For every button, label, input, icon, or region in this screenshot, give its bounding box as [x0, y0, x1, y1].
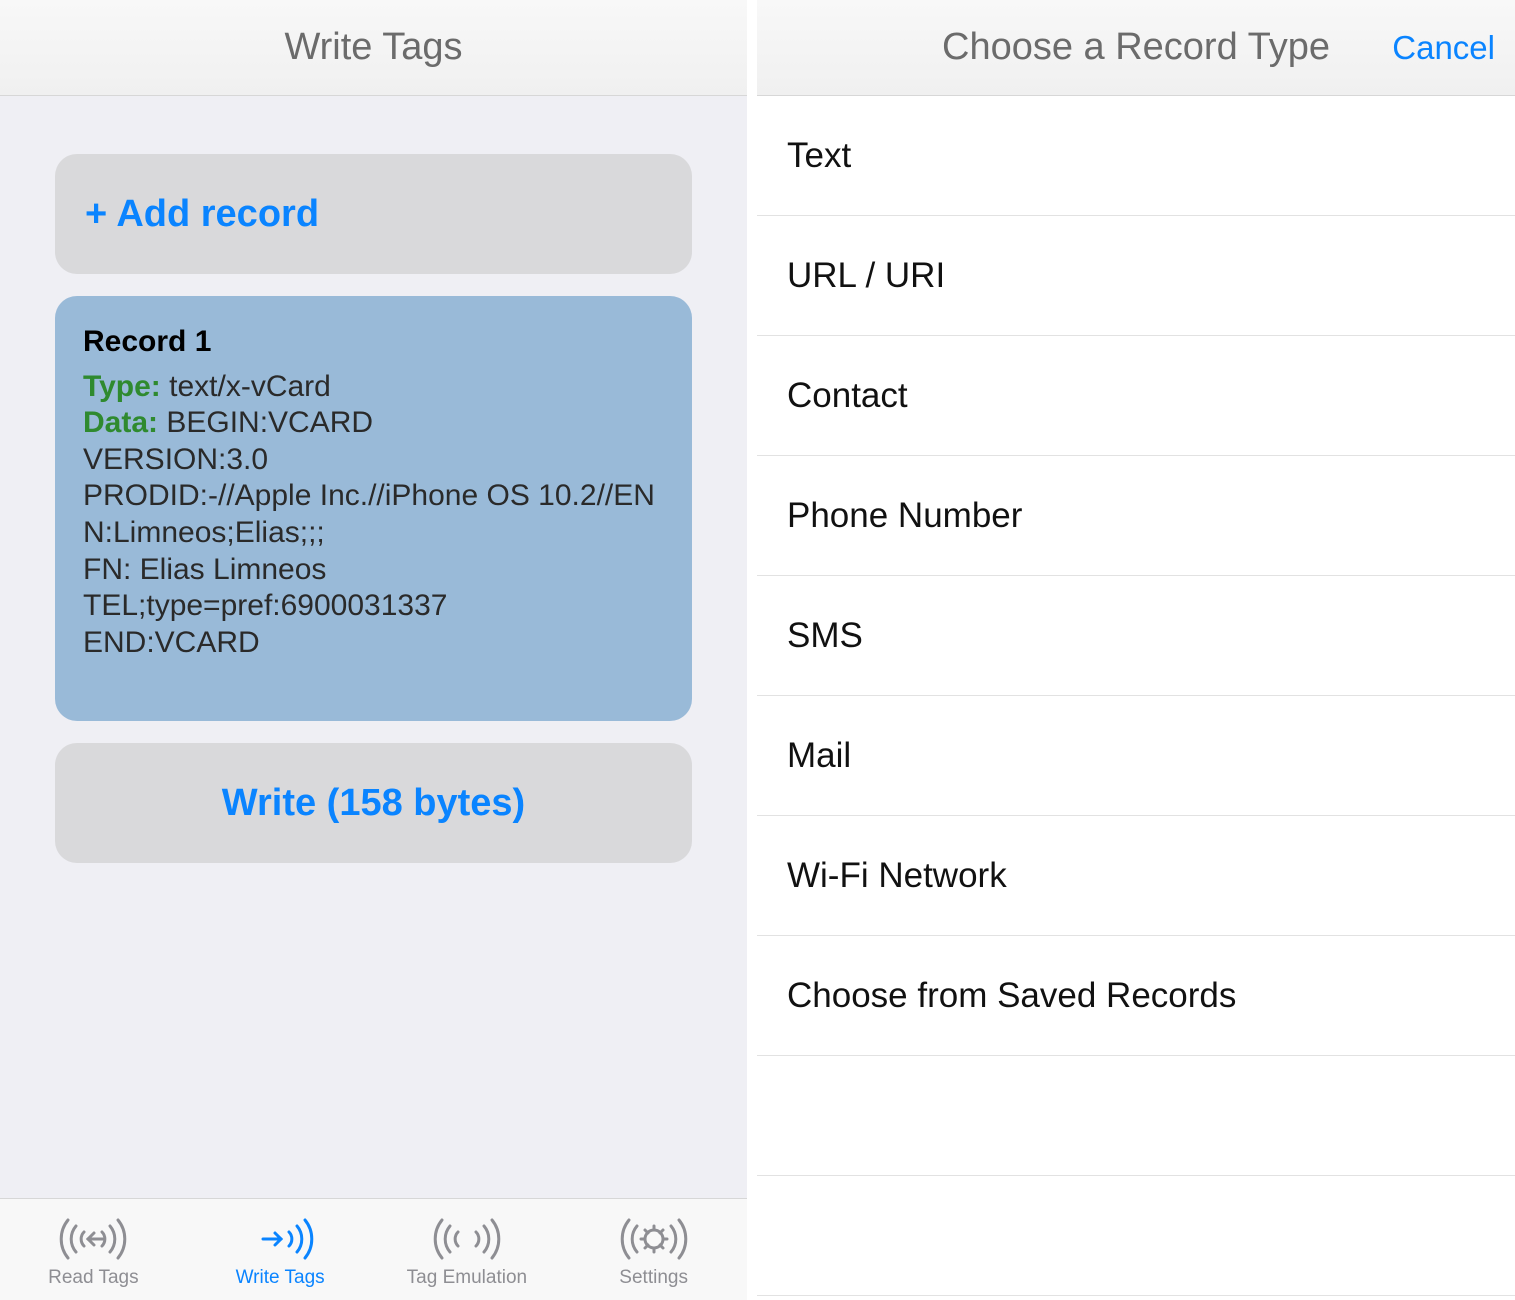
left-nav-bar: Write Tags: [0, 0, 747, 96]
record-data-line: TEL;type=pref:6900031337: [83, 588, 664, 625]
record-data-line: PRODID:-//Apple Inc.//iPhone OS 10.2//EN: [83, 478, 664, 515]
record-type-line: Type: text/x-vCard: [83, 369, 664, 406]
tab-label: Settings: [619, 1267, 688, 1289]
record-type-sms[interactable]: SMS: [757, 576, 1515, 696]
record-title: Record 1: [83, 324, 664, 361]
record-data-first-line: Data: BEGIN:VCARD: [83, 405, 664, 442]
record-type-phone[interactable]: Phone Number: [757, 456, 1515, 576]
record-type-text[interactable]: Text: [757, 96, 1515, 216]
list-row-empty: [757, 1176, 1515, 1296]
record-data-line: END:VCARD: [83, 625, 664, 662]
settings-icon: [619, 1214, 689, 1264]
record-type-wifi[interactable]: Wi-Fi Network: [757, 816, 1515, 936]
list-item-label: URL / URI: [787, 256, 945, 296]
page-title: Write Tags: [284, 26, 462, 69]
write-tags-icon: [245, 1214, 315, 1264]
record-data-line: VERSION:3.0: [83, 442, 664, 479]
page-title: Choose a Record Type: [942, 26, 1330, 69]
record-type-contact[interactable]: Contact: [757, 336, 1515, 456]
record-type-mail[interactable]: Mail: [757, 696, 1515, 816]
list-item-label: Contact: [787, 376, 908, 416]
tab-label: Tag Emulation: [407, 1267, 527, 1289]
record-card[interactable]: Record 1 Type: text/x-vCard Data: BEGIN:…: [55, 296, 692, 721]
right-nav-bar: Choose a Record Type Cancel: [757, 0, 1515, 96]
list-item-label: Text: [787, 136, 851, 176]
tab-settings[interactable]: Settings: [579, 1214, 729, 1289]
record-type-list: Text URL / URI Contact Phone Number SMS …: [757, 96, 1515, 1300]
list-item-label: Choose from Saved Records: [787, 976, 1236, 1016]
write-button[interactable]: Write (158 bytes): [55, 743, 692, 863]
write-button-label: Write (158 bytes): [222, 782, 525, 825]
record-data-label: Data:: [83, 406, 158, 439]
record-data-line: N:Limneos;Elias;;;: [83, 515, 664, 552]
tab-write-tags[interactable]: Write Tags: [205, 1214, 355, 1289]
list-item-label: SMS: [787, 616, 863, 656]
tab-label: Write Tags: [236, 1267, 325, 1289]
list-item-label: Phone Number: [787, 496, 1022, 536]
add-record-label: + Add record: [85, 193, 319, 236]
choose-record-pane: Choose a Record Type Cancel Text URL / U…: [757, 0, 1515, 1300]
tab-label: Read Tags: [48, 1267, 139, 1289]
record-type-url[interactable]: URL / URI: [757, 216, 1515, 336]
write-tags-pane: Write Tags + Add record Record 1 Type: t…: [0, 0, 757, 1300]
add-record-button[interactable]: + Add record: [55, 154, 692, 274]
cancel-button[interactable]: Cancel: [1392, 29, 1495, 67]
record-data-first: BEGIN:VCARD: [166, 406, 373, 439]
tab-bar: Read Tags Write Tags: [0, 1198, 747, 1300]
tag-emulation-icon: [432, 1214, 502, 1264]
record-type-saved[interactable]: Choose from Saved Records: [757, 936, 1515, 1056]
list-row-empty: [757, 1056, 1515, 1176]
write-tags-body: + Add record Record 1 Type: text/x-vCard…: [0, 96, 747, 1198]
tab-tag-emulation[interactable]: Tag Emulation: [392, 1214, 542, 1289]
tab-read-tags[interactable]: Read Tags: [18, 1214, 168, 1289]
list-item-label: Wi-Fi Network: [787, 856, 1007, 896]
record-data-line: FN: Elias Limneos: [83, 552, 664, 589]
read-tags-icon: [58, 1214, 128, 1264]
record-type-value: text/x-vCard: [169, 370, 331, 403]
list-item-label: Mail: [787, 736, 851, 776]
record-type-label: Type:: [83, 370, 161, 403]
